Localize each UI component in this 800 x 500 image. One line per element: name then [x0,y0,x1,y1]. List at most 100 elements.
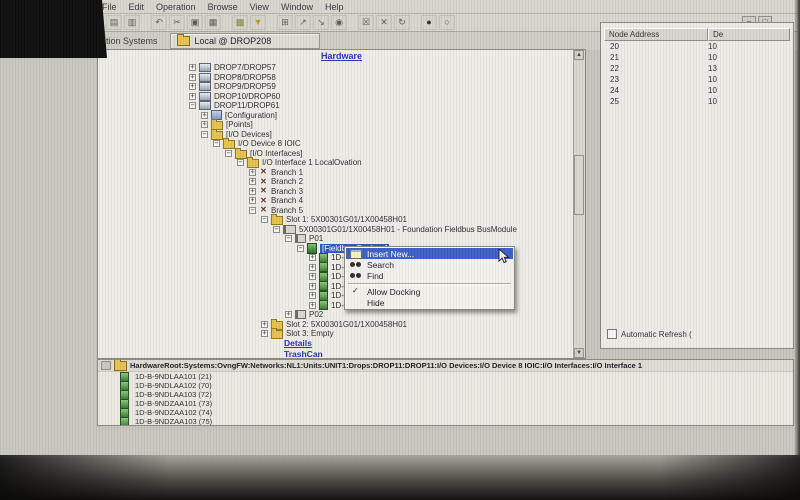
tree-item-drop8-drop58[interactable]: +DROP8/DROP58 [98,73,573,83]
tree-item-slot-3-empty[interactable]: +Slot 3: Empty [98,329,573,339]
tree-item-i-o-devices[interactable]: −[I/O Devices] [98,130,573,140]
trashcan-link[interactable]: TrashCan [284,349,323,359]
collapse-icon[interactable]: − [285,235,292,242]
paste-icon[interactable]: ▦ [205,15,221,30]
expand-icon[interactable]: + [249,197,256,204]
expand-icon[interactable]: + [201,121,208,128]
expand-icon[interactable]: + [309,273,316,280]
colors-icon[interactable]: ▩ [232,15,248,30]
print-icon[interactable]: ▥ [124,15,140,30]
context-menu-item-allow-docking[interactable]: ✓Allow Docking [346,286,513,297]
collapse-icon[interactable]: − [225,150,232,157]
expand-icon[interactable]: + [249,178,256,185]
expand-icon[interactable]: + [285,311,292,318]
tree-item-branch-5[interactable]: −✕Branch 5 [98,206,573,216]
expand-icon[interactable]: + [309,302,316,309]
node-row-23[interactable]: 2310 [604,75,790,86]
device-list-item-1d-b-9ndzaa103-75[interactable]: 1D-B-9NDZAA103 (75) [98,417,793,426]
tree-item-drop11-drop61[interactable]: −DROP11/DROP61 [98,101,573,111]
panel-grip-icon[interactable] [101,361,111,370]
tree-item-drop9-drop59[interactable]: +DROP9/DROP59 [98,82,573,92]
menu-help[interactable]: Help [319,2,350,12]
tree-item-branch-2[interactable]: +✕Branch 2 [98,177,573,187]
context-menu-item-insert-new[interactable]: Insert New... [346,248,513,259]
refresh-icon[interactable]: ↻ [394,15,410,30]
menu-view[interactable]: View [244,2,275,12]
collapse-icon[interactable]: − [297,245,304,252]
tab-local-drop208[interactable]: Local @ DROP208 [170,33,321,49]
details-link[interactable]: Details [284,338,312,348]
expand-icon[interactable]: + [309,254,316,261]
tree-item-points[interactable]: +[Points] [98,120,573,130]
collapse-icon[interactable]: − [201,131,208,138]
menu-window[interactable]: Window [275,2,319,12]
collapse-icon[interactable]: − [189,102,196,109]
tree-item-drop7-drop57[interactable]: +DROP7/DROP57 [98,63,573,73]
undo-icon[interactable]: ↶ [151,15,167,30]
node-row-20[interactable]: 2010 [604,42,790,53]
expand-icon[interactable]: + [249,188,256,195]
scroll-up-icon[interactable]: ▲ [574,50,584,60]
column-node-address[interactable]: Node Address [604,28,708,41]
filter-icon[interactable]: ▼ [250,15,266,30]
tree-item-drop10-drop60[interactable]: +DROP10/DROP60 [98,92,573,102]
collapse-icon[interactable]: − [273,226,280,233]
expand-icon[interactable]: + [249,169,256,176]
expand-icon[interactable]: + [261,330,268,337]
device-list-item-1d-b-9ndlaa102-70[interactable]: 1D-B-9NDLAA102 (70) [98,381,793,390]
close-icon[interactable]: ✕ [376,15,392,30]
form-delete-icon[interactable]: ☒ [358,15,374,30]
device-list-item-1d-b-9ndzaa101-73[interactable]: 1D-B-9NDZAA101 (73) [98,399,793,408]
tree-scrollbar[interactable]: ▲ ▼ [573,50,585,358]
camera-icon[interactable]: ◉ [331,15,347,30]
collapse-icon[interactable]: − [237,159,244,166]
cut-icon[interactable]: ✂ [169,15,185,30]
context-menu-item-hide[interactable]: Hide [346,297,513,308]
export-icon[interactable]: ↗ [295,15,311,30]
tree-item-branch-3[interactable]: +✕Branch 3 [98,187,573,197]
expand-icon[interactable]: + [309,264,316,271]
column-device[interactable]: De [708,28,790,41]
expand-icon[interactable]: + [189,64,196,71]
device-list-item-1d-b-9ndzaa102-74[interactable]: 1D-B-9NDZAA102 (74) [98,408,793,417]
copy-icon[interactable]: ▣ [187,15,203,30]
collapse-icon[interactable]: − [249,207,256,214]
context-menu-item-search[interactable]: Search [346,259,513,270]
auto-refresh-checkbox[interactable] [607,329,617,339]
window-new-icon[interactable]: ⊞ [277,15,293,30]
node-row-25[interactable]: 2510 [604,97,790,108]
expand-icon[interactable]: + [309,292,316,299]
tree-item-configuration[interactable]: +[Configuration] [98,111,573,121]
tree-item-i-o-device-8-ioic[interactable]: −I/O Device 8 IOIC [98,139,573,149]
find-light-icon[interactable]: ○ [439,15,455,30]
expand-icon[interactable]: + [309,283,316,290]
scroll-down-icon[interactable]: ▼ [574,348,584,358]
tree-item-p02[interactable]: +P02 [98,310,573,320]
tree-item-branch-4[interactable]: +✕Branch 4 [98,196,573,206]
device-list-item-1d-b-9ndlaa101-21[interactable]: 1D-B-9NDLAA101 (21) [98,372,793,381]
expand-icon[interactable]: + [189,74,196,81]
node-row-21[interactable]: 2110 [604,53,790,64]
menu-edit[interactable]: Edit [123,2,151,12]
find-dark-icon[interactable]: ● [421,15,437,30]
expand-icon[interactable]: + [261,321,268,328]
node-row-24[interactable]: 2410 [604,86,790,97]
collapse-icon[interactable]: − [261,216,268,223]
save-icon[interactable]: ▤ [106,15,122,30]
menu-operation[interactable]: Operation [150,2,202,12]
tree-item-p01[interactable]: −P01 [98,234,573,244]
expand-icon[interactable]: + [189,83,196,90]
tree-item-slot-2-5x00301g01-1x00458h01[interactable]: +Slot 2: 5X00301G01/1X00458H01 [98,320,573,330]
device-list-item-1d-b-9ndlaa103-72[interactable]: 1D-B-9NDLAA103 (72) [98,390,793,399]
tree-item-i-o-interfaces[interactable]: −[I/O Interfaces] [98,149,573,159]
menu-browse[interactable]: Browse [202,2,244,12]
tree-item-5x00301g01-1x00458h01-foundation[interactable]: −5X00301G01/1X00458H01 - Foundation Fiel… [98,225,573,235]
context-menu-item-find[interactable]: Find [346,270,513,281]
scrollbar-thumb[interactable] [574,155,584,215]
import-icon[interactable]: ↘ [313,15,329,30]
collapse-icon[interactable]: − [213,140,220,147]
expand-icon[interactable]: + [201,112,208,119]
tree-item-i-o-interface-1-localovation[interactable]: −I/O Interface 1 LocalOvation [98,158,573,168]
tree-item-slot-1-5x00301g01-1x00458h01[interactable]: −Slot 1: 5X00301G01/1X00458H01 [98,215,573,225]
node-row-22[interactable]: 2213 [604,64,790,75]
